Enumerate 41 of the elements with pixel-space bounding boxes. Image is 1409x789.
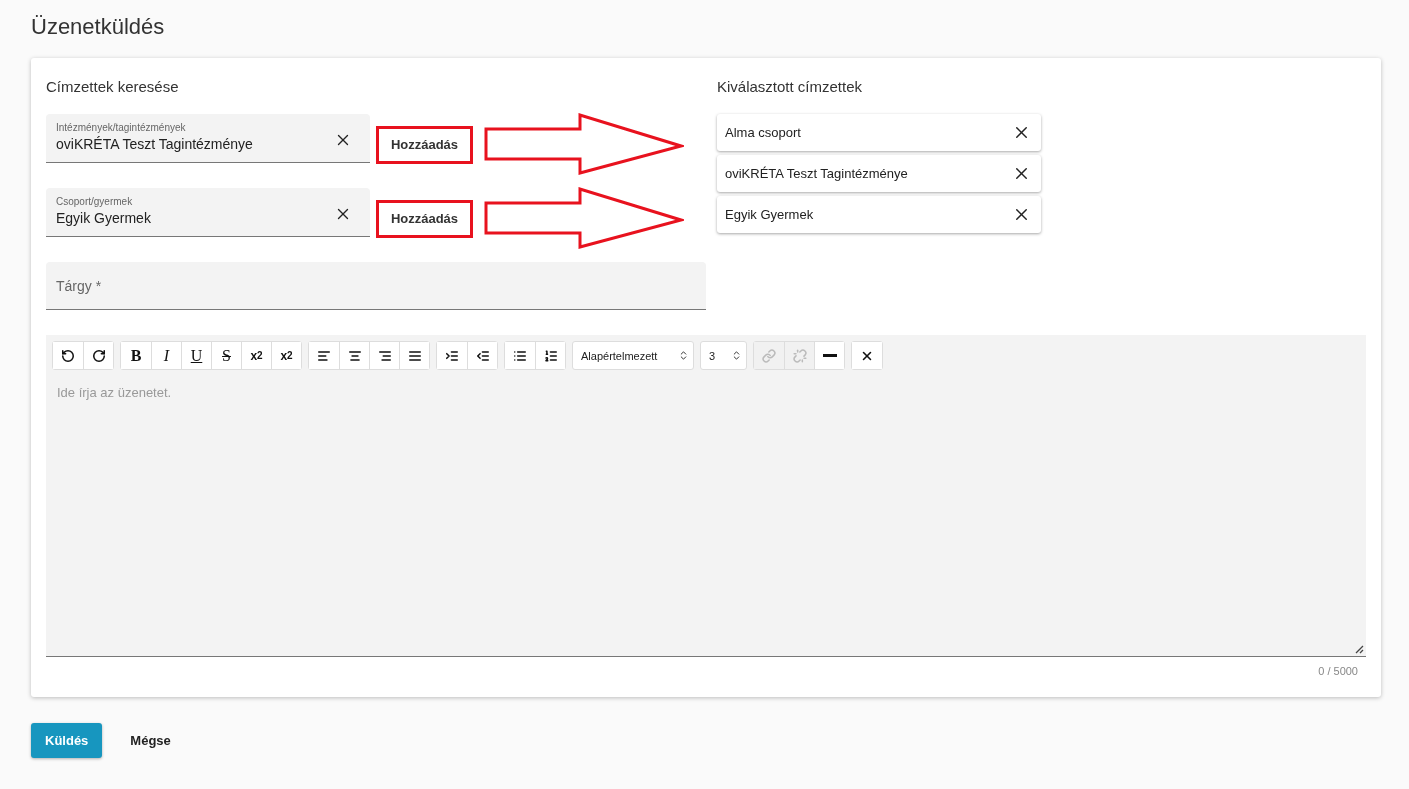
horizontal-line-button[interactable] — [814, 342, 844, 369]
field-label: Intézmények/tagintézmények — [56, 122, 187, 133]
link-icon — [762, 348, 776, 363]
cancel-button[interactable]: Mégse — [130, 723, 171, 758]
updown-icon — [731, 350, 742, 361]
add-button[interactable]: Hozzáadás — [376, 125, 473, 164]
align-justify-button[interactable] — [399, 342, 429, 369]
recipient-name: Alma csoport — [725, 125, 801, 140]
page-title: Üzenetküldés — [31, 14, 166, 40]
section-heading: Címzettek keresése — [46, 78, 180, 95]
field-value: Egyik Gyermek — [56, 210, 152, 226]
undo-icon — [61, 348, 75, 363]
resize-handle-icon[interactable] — [1355, 645, 1364, 654]
numbered-list-button[interactable] — [535, 342, 565, 369]
add-button[interactable]: Hozzáadás — [376, 199, 473, 238]
numbered-list-icon — [543, 348, 558, 363]
outdent-button[interactable] — [467, 342, 497, 369]
unlink-icon — [792, 348, 807, 363]
section-heading: Kiválasztott címzettek — [717, 78, 864, 95]
size-select[interactable]: 3 — [700, 341, 747, 370]
autocomplete-field[interactable]: Csoport/gyermek Egyik Gyermek — [46, 188, 370, 237]
bullet-list-icon — [513, 348, 527, 363]
redo-button[interactable] — [83, 342, 113, 369]
recipient-name: oviKRÉTA Teszt Tagintézménye — [725, 166, 908, 181]
indent-icon — [445, 348, 459, 363]
align-right-icon — [377, 348, 392, 363]
redo-icon — [91, 348, 106, 363]
align-justify-icon — [407, 348, 422, 363]
subject-field[interactable]: Tárgy * — [46, 262, 706, 310]
recipient-name: Egyik Gyermek — [725, 207, 814, 222]
font-select[interactable]: Alapértelmezett — [572, 341, 694, 370]
field-value: oviKRÉTA Teszt Tagintézménye — [56, 136, 254, 152]
updown-icon — [678, 350, 689, 361]
align-left-icon — [317, 348, 331, 363]
autocomplete-field[interactable]: Intézmények/tagintézmények oviKRÉTA Teszt Tagintézménye — [46, 114, 370, 163]
outdent-icon — [475, 348, 490, 363]
align-center-icon — [347, 348, 362, 363]
character-counter: 0 / 5000 — [1317, 665, 1358, 677]
field-label: Csoport/gyermek — [56, 196, 134, 207]
clear-format-button[interactable] — [852, 342, 882, 369]
editor-placeholder: Ide írja az üzenetet. — [57, 385, 173, 400]
